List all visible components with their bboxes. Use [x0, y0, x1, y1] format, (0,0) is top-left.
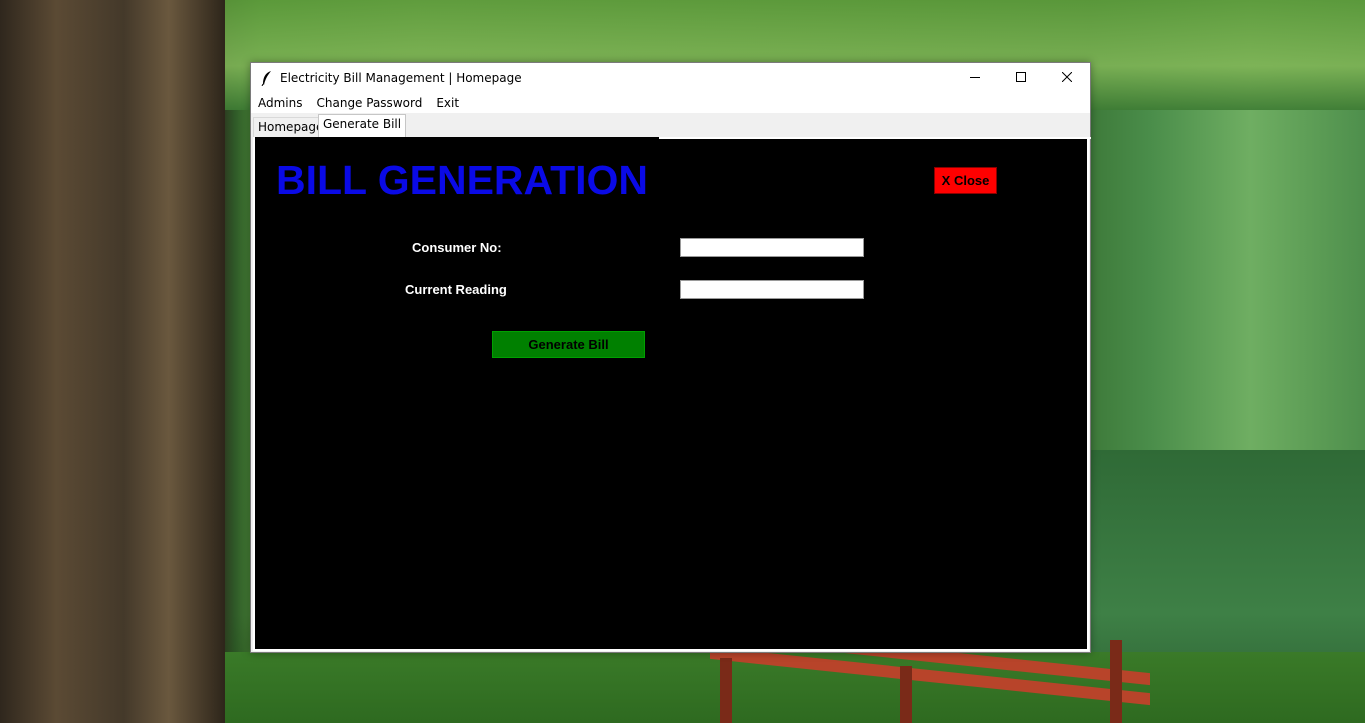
feather-icon — [259, 70, 275, 86]
consumer-no-label: Consumer No: — [412, 240, 502, 255]
title-bar: Electricity Bill Management | Homepage — [251, 63, 1090, 93]
panel-border — [659, 137, 1091, 139]
menu-exit[interactable]: Exit — [429, 93, 466, 113]
page-title: BILL GENERATION — [276, 157, 649, 203]
menu-bar: Admins Change Password Exit — [251, 93, 1090, 113]
menu-admins[interactable]: Admins — [251, 93, 310, 113]
tab-strip: Homepage Generate Bill — [251, 113, 1090, 137]
bill-generation-panel: BILL GENERATION X Close Consumer No: Cur… — [253, 137, 1091, 651]
menu-change-password[interactable]: Change Password — [310, 93, 430, 113]
maximize-icon — [1016, 70, 1026, 86]
current-reading-label: Current Reading — [405, 282, 507, 297]
consumer-no-input[interactable] — [680, 238, 864, 257]
maximize-button[interactable] — [998, 63, 1044, 93]
minimize-button[interactable] — [952, 63, 998, 93]
close-window-button[interactable] — [1044, 63, 1090, 93]
minimize-icon — [970, 70, 980, 86]
close-icon — [1061, 70, 1073, 86]
app-window: Electricity Bill Management | Homepage A… — [250, 62, 1091, 653]
generate-bill-button[interactable]: Generate Bill — [492, 331, 645, 358]
window-title: Electricity Bill Management | Homepage — [280, 71, 522, 85]
close-button[interactable]: X Close — [934, 167, 997, 194]
tab-generate-bill[interactable]: Generate Bill — [318, 114, 407, 137]
desktop-tree-trunk — [0, 0, 225, 723]
current-reading-input[interactable] — [680, 280, 864, 299]
